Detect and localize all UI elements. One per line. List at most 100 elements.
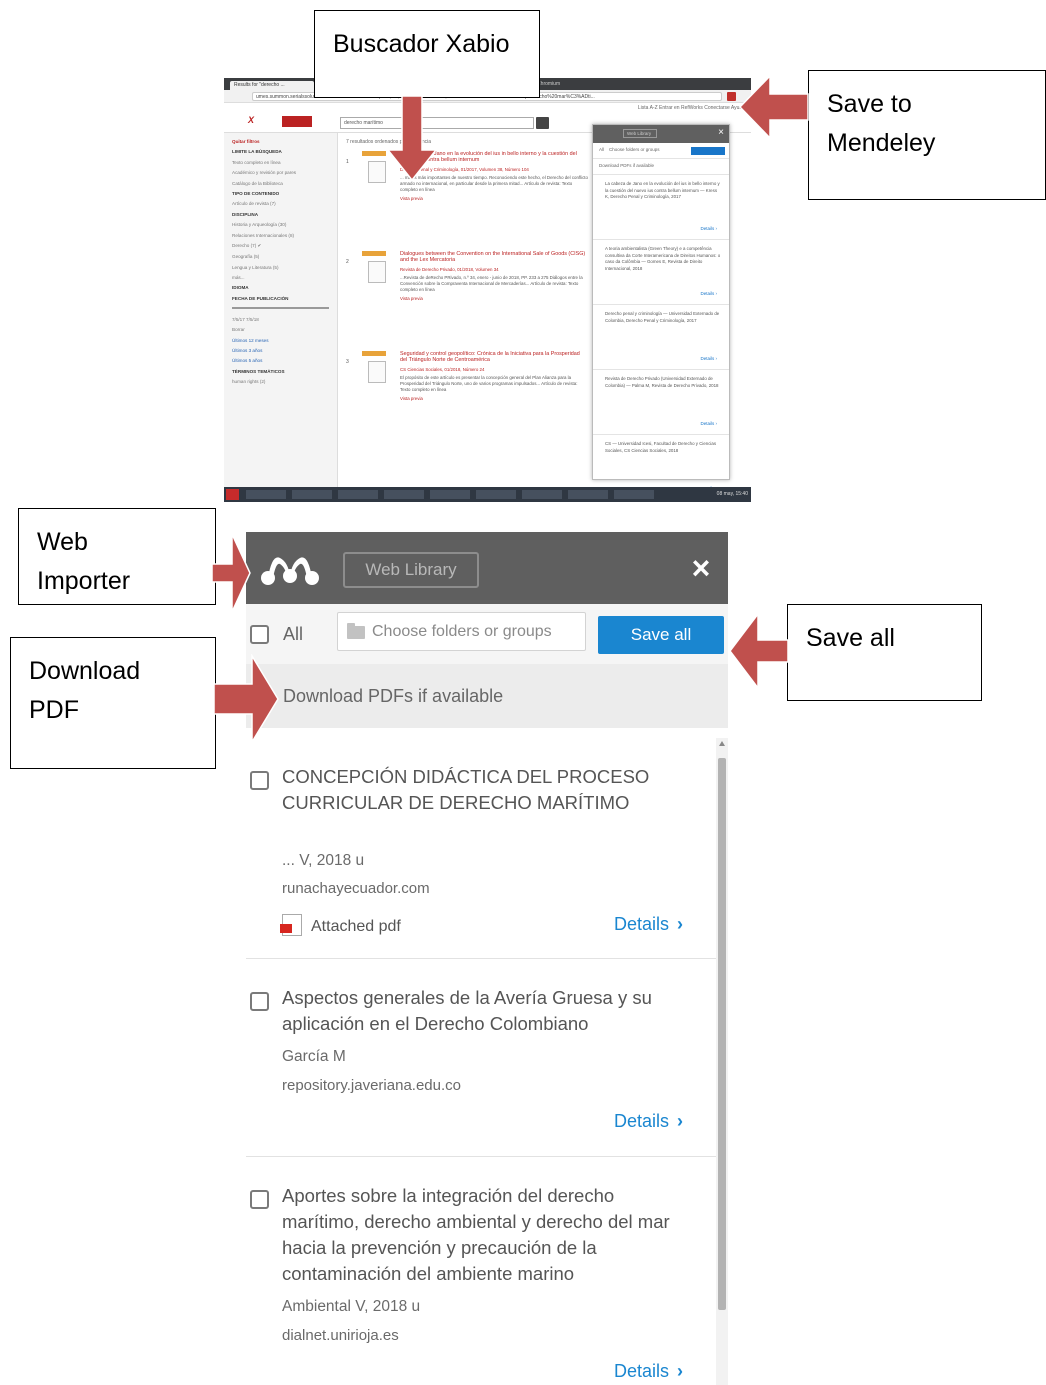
result-source[interactable]: CS Ciencias Sociales, 01/2018, Número 24	[400, 367, 588, 372]
item-checkbox[interactable]	[250, 1190, 269, 1209]
callout-download-pdf: Download PDF	[10, 637, 216, 769]
item-title: Aportes sobre la integración del derecho…	[282, 1185, 670, 1284]
mini-choose-folders[interactable]: Choose folders or groups	[609, 147, 660, 152]
taskbar-item[interactable]	[430, 490, 470, 499]
start-icon[interactable]	[226, 489, 239, 500]
scrollbar-thumb[interactable]	[718, 758, 726, 1310]
chevron-right-icon: ›	[677, 914, 684, 934]
folder-icon	[347, 623, 365, 639]
result-source[interactable]: Revista de Derecho Privado, 01/2018, Vol…	[400, 267, 588, 272]
mini-details-link[interactable]: Details ›	[700, 421, 717, 428]
item-checkbox[interactable]	[250, 992, 269, 1011]
details-link[interactable]: Details ›	[614, 1361, 683, 1382]
folder-picker[interactable]: Choose folders or groups	[337, 612, 586, 651]
item-source: runachayecuador.com	[282, 880, 430, 897]
arrow-right-icon	[211, 533, 251, 613]
taskbar-item[interactable]	[522, 490, 562, 499]
search-result: 2 Dialogues between the Convention on the…	[346, 251, 588, 351]
details-link[interactable]: Details ›	[614, 1111, 683, 1132]
mini-details-link[interactable]: Details ›	[700, 226, 717, 233]
select-all-checkbox[interactable]	[250, 625, 269, 644]
sidebar-filter-item[interactable]: 7/5/17 7/5/18	[232, 317, 329, 322]
mini-list-item: Derecho penal y criminología — Universid…	[593, 305, 729, 370]
sidebar-filter-item[interactable]: Últimos 12 meses	[232, 338, 329, 343]
preview-link[interactable]: Vista previa	[400, 296, 588, 301]
mini-download-row[interactable]: Download PDFs if available	[593, 159, 729, 175]
mini-save-all-button[interactable]	[691, 147, 725, 155]
taskbar-item[interactable]	[614, 490, 654, 499]
sidebar-filter-item[interactable]: Artículo de revista (7)	[232, 201, 329, 206]
taskbar-item[interactable]	[338, 490, 378, 499]
chevron-right-icon: ›	[677, 1111, 684, 1131]
sidebar-filter-item[interactable]: Relaciones Internacionales (8)	[232, 233, 329, 238]
callout-text: PDF	[29, 695, 79, 724]
sidebar-filter-item[interactable]: Catálogo de la Biblioteca	[232, 181, 329, 186]
pdf-icon	[280, 914, 302, 936]
sidebar-filter-item[interactable]: Borrar	[232, 327, 329, 332]
os-taskbar: 08 may, 15:40	[224, 487, 751, 502]
sidebar-filter-item: TIPO DE CONTENIDO	[232, 190, 280, 196]
arrow-left-icon	[738, 74, 809, 140]
sidebar-filter-item[interactable]: Últimos 3 años	[232, 348, 329, 353]
mendeley-logo-icon	[261, 557, 319, 585]
scroll-up-icon[interactable]	[719, 741, 725, 746]
preview-link[interactable]: Vista previa	[400, 196, 588, 201]
sidebar-filter-item: IDIOMA	[232, 285, 249, 291]
xabio-logo: X	[248, 115, 255, 125]
folder-picker-placeholder: Choose folders or groups	[372, 623, 552, 640]
details-link[interactable]: Details ›	[614, 914, 683, 935]
full-text-badge	[362, 351, 386, 356]
select-all-label: All	[283, 624, 304, 644]
taskbar-item[interactable]	[246, 490, 286, 499]
result-title[interactable]: Dialogues between the Convention on the …	[400, 251, 588, 264]
taskbar-item[interactable]	[476, 490, 516, 499]
web-library-button[interactable]: Web Library	[343, 552, 479, 588]
sidebar-filter-item[interactable]: Geografía (5)	[232, 254, 329, 259]
sidebar-filter-item[interactable]: Texto completo en línea	[232, 160, 329, 165]
callout-save-all: Save all	[787, 604, 982, 701]
browser-tab[interactable]: Results for "derecho ...	[230, 81, 314, 90]
download-pdfs-label: Download PDFs if available	[283, 686, 504, 706]
arrow-left-icon	[729, 612, 789, 690]
mendeley-header: Web Library ×	[246, 532, 728, 604]
preview-link[interactable]: Vista previa	[400, 396, 588, 401]
callout-text: Web	[37, 528, 88, 556]
callout-web-importer: Web Importer	[18, 508, 216, 605]
site-search-button[interactable]	[536, 117, 549, 129]
sidebar-filter-item[interactable]: Historia y Arqueología (30)	[232, 222, 329, 227]
mini-close-icon[interactable]: ×	[718, 127, 724, 138]
sidebar-filter-item[interactable]: Académico y revisión por pares	[232, 170, 329, 175]
search-result: 1 La cabeza de Jano en la evolución del i…	[346, 151, 588, 251]
sidebar-filter-item: FECHA DE PUBLICACIÓN	[232, 295, 289, 301]
taskbar-item[interactable]	[384, 490, 424, 499]
sidebar-filter-item[interactable]: más...	[232, 275, 329, 280]
item-checkbox[interactable]	[250, 771, 269, 790]
sidebar-filter-item[interactable]: human rights (2)	[232, 379, 329, 384]
sidebar-filter-item[interactable]: Últimos 5 años	[232, 358, 329, 363]
mini-item-text: Derecho penal y criminología — Universid…	[605, 311, 720, 323]
arrow-down-icon	[386, 96, 438, 182]
item-authors: Ambiental V, 2018 u	[282, 1298, 421, 1315]
result-title[interactable]: Seguridad y control geopolítico: Crónica…	[400, 351, 588, 364]
sidebar-filter-item[interactable]: Lengua y Literatura (5)	[232, 265, 329, 270]
date-range-slider[interactable]	[232, 306, 329, 309]
taskbar-clock: 08 may, 15:40	[716, 491, 748, 497]
document-icon	[368, 261, 386, 283]
chevron-right-icon: ›	[677, 1361, 684, 1381]
save-all-button[interactable]: Save all	[598, 616, 724, 654]
mini-web-library-button[interactable]: Web Library	[623, 129, 657, 138]
callout-text: Download	[29, 657, 141, 685]
mini-all-label: All	[599, 147, 605, 152]
taskbar-item[interactable]	[568, 490, 608, 499]
close-icon[interactable]: ×	[686, 550, 716, 586]
mendeley-extension-icon[interactable]	[727, 92, 736, 101]
mini-details-link[interactable]: Details ›	[700, 291, 717, 298]
sidebar-filter-item[interactable]: Derecho (7) ✔	[232, 243, 329, 249]
mini-details-link[interactable]: Details ›	[700, 356, 717, 363]
mini-all-row[interactable]: All Choose folders or groups	[593, 143, 729, 159]
taskbar-item[interactable]	[292, 490, 332, 499]
university-logo	[282, 116, 312, 127]
site-top-links[interactable]: Lista A-Z Entrar en RefWorks Conectarse …	[638, 105, 745, 111]
sidebar-filter-item[interactable]: Quitar filtros	[232, 139, 329, 144]
result-number: 1	[346, 159, 349, 165]
